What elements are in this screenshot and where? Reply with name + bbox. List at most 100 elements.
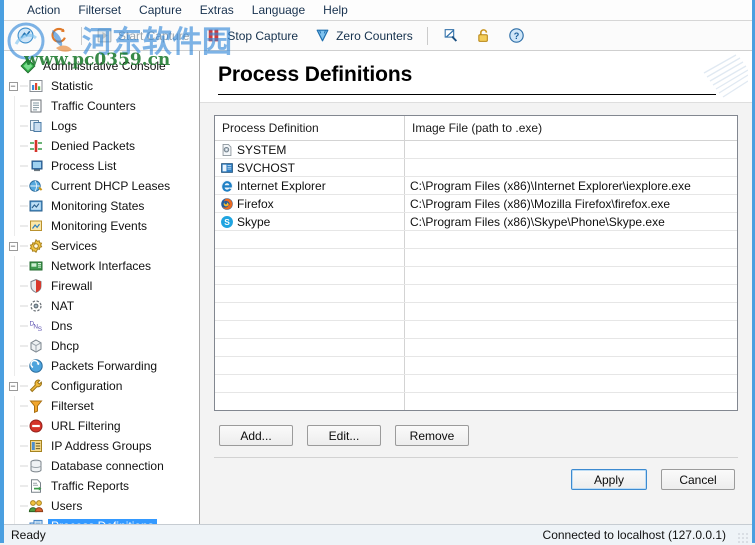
tree-item-statistic[interactable]: − Statistic: [6, 76, 199, 96]
table-header: Process Definition Image File (path to .…: [215, 116, 737, 141]
menu-item-filterset[interactable]: Filterset: [69, 1, 130, 19]
row-name-wrap: Firefox: [220, 197, 404, 211]
label-current-dhcp-leases: Current DHCP Leases: [51, 178, 171, 193]
lock-button[interactable]: [468, 25, 499, 46]
menu-item-action[interactable]: Action: [18, 1, 69, 19]
tree-root-label: Administrative Console: [43, 58, 166, 73]
stop-capture-button[interactable]: Stop Capture: [198, 25, 305, 46]
table-row[interactable]: SYSTEM: [215, 140, 737, 159]
sidebar-item-logs[interactable]: Logs: [6, 116, 199, 136]
sidebar-item-url-filtering[interactable]: URL Filtering: [6, 416, 199, 436]
sidebar-item-monitoring-events[interactable]: Monitoring Events: [6, 216, 199, 236]
sidebar-item-current-dhcp-leases[interactable]: Current DHCP Leases: [6, 176, 199, 196]
table-row-empty[interactable]: [215, 230, 737, 249]
table-row-empty[interactable]: [215, 411, 737, 412]
sidebar-item-process-list[interactable]: Process List: [6, 156, 199, 176]
column-header-image-file[interactable]: Image File (path to .exe): [404, 116, 737, 141]
table-row[interactable]: Firefox C:\Program Files (x86)\Mozilla F…: [215, 194, 737, 213]
app-logo-button[interactable]: [10, 25, 41, 46]
configuration-expander-cell[interactable]: −: [6, 376, 20, 396]
menu-item-capture[interactable]: Capture: [130, 1, 191, 19]
apply-button[interactable]: Apply: [571, 469, 647, 490]
tree-item-services[interactable]: − Services: [6, 236, 199, 256]
table-row-empty[interactable]: [215, 338, 737, 357]
menu-item-extras[interactable]: Extras: [191, 1, 243, 19]
status-bar: Ready Connected to localhost (127.0.0.1): [4, 524, 752, 545]
sidebar-item-packets-forwarding[interactable]: Packets Forwarding: [6, 356, 199, 376]
sidebar-item-nat[interactable]: NAT: [6, 296, 199, 316]
sidebar-item-database-connection[interactable]: Database connection: [6, 456, 199, 476]
sidebar-item-firewall[interactable]: Firewall: [6, 276, 199, 296]
zero-counters-label: Zero Counters: [336, 28, 413, 43]
svchost-icon: [221, 162, 233, 173]
sidebar-item-denied-packets[interactable]: Denied Packets: [6, 136, 199, 156]
cell-image-file: C:\Program Files (x86)\Mozilla Firefox\f…: [404, 194, 737, 213]
collapse-toggle-services[interactable]: −: [8, 241, 18, 251]
tree-item-configuration[interactable]: − Configuration: [6, 376, 199, 396]
collapse-toggle-configuration[interactable]: −: [8, 381, 18, 391]
logs-icon: [30, 120, 42, 132]
resize-grip[interactable]: [737, 532, 748, 543]
table-row[interactable]: Internet Explorer C:\Program Files (x86)…: [215, 176, 737, 195]
remove-button[interactable]: Remove: [395, 425, 469, 446]
navigation-tree[interactable]: Administrative Console − Statistic Traff…: [4, 51, 200, 524]
table-row-empty[interactable]: [215, 320, 737, 339]
table: Process Definition Image File (path to .…: [215, 116, 737, 412]
label-url-filtering: URL Filtering: [51, 418, 121, 433]
menu-item-help[interactable]: Help: [314, 1, 357, 19]
chart-icon: [29, 80, 43, 92]
label-monitoring-events: Monitoring Events: [51, 218, 148, 233]
menu-item-language[interactable]: Language: [243, 1, 314, 19]
application-window: Action Filterset Capture Extras Language…: [0, 0, 755, 545]
sidebar-item-filterset[interactable]: Filterset: [6, 396, 199, 416]
toolbar-separator-2: [426, 26, 428, 45]
tree-connector: [20, 76, 28, 96]
tree-group-statistic: − Statistic Traffic Counters Logs Denied…: [6, 76, 199, 236]
sidebar-item-ip-address-groups[interactable]: IP Address Groups: [6, 436, 199, 456]
sidebar-item-traffic-counters[interactable]: Traffic Counters: [6, 96, 199, 116]
refresh-button[interactable]: [43, 25, 74, 46]
table-row-empty[interactable]: [215, 284, 737, 303]
table-row-empty[interactable]: [215, 248, 737, 267]
start-capture-label: Start Capture: [118, 28, 190, 43]
row-name: Skype: [237, 214, 271, 229]
table-row-empty[interactable]: [215, 392, 737, 410]
edit-button[interactable]: Edit...: [307, 425, 381, 446]
label-filterset: Filterset: [51, 398, 94, 413]
table-row-empty[interactable]: [215, 266, 737, 285]
services-expander-cell[interactable]: −: [6, 236, 20, 256]
start-capture-button[interactable]: Start Capture: [89, 25, 196, 46]
table-row-empty[interactable]: [215, 356, 737, 375]
sidebar-item-traffic-reports[interactable]: Traffic Reports: [6, 476, 199, 496]
table-row-empty[interactable]: [215, 374, 737, 393]
sidebar-item-process-definitions[interactable]: Process Definitions: [6, 516, 199, 524]
refresh-icon: [51, 27, 66, 43]
database-icon: [30, 459, 42, 473]
sidebar-item-users[interactable]: Users: [6, 496, 199, 516]
settings-panel: Process Definition Image File (path to .…: [200, 103, 752, 524]
help-button[interactable]: ?: [501, 25, 532, 46]
internet-explorer-icon: [221, 179, 233, 192]
sidebar-item-dns[interactable]: D N S Dns: [6, 316, 199, 336]
zero-counters-button[interactable]: Zero Counters: [307, 25, 420, 46]
table-row-empty[interactable]: [215, 302, 737, 321]
add-button[interactable]: Add...: [219, 425, 293, 446]
table-row[interactable]: SVCHOST: [215, 158, 737, 177]
collapse-toggle-statistic[interactable]: −: [8, 81, 18, 91]
sidebar-item-monitoring-states[interactable]: Monitoring States: [6, 196, 199, 216]
svg-text:S: S: [38, 326, 42, 333]
column-header-process-definition[interactable]: Process Definition: [215, 116, 405, 141]
report-icon: [31, 479, 42, 493]
statistic-expander-cell[interactable]: −: [6, 76, 20, 96]
cancel-button[interactable]: Cancel: [661, 469, 735, 490]
sidebar-item-network-interfaces[interactable]: Network Interfaces: [6, 256, 199, 276]
label-ip-address-groups: IP Address Groups: [51, 438, 152, 453]
table-row[interactable]: S Skype C:\Program Files (x86)\Skype\Pho…: [215, 212, 737, 231]
content-pane: Process Definitions Process Definition I…: [200, 51, 752, 524]
pause-icon: [209, 29, 219, 42]
label-nat: NAT: [51, 298, 75, 313]
process-definitions-table[interactable]: Process Definition Image File (path to .…: [214, 115, 738, 411]
tree-root-administrative-console[interactable]: Administrative Console: [6, 56, 199, 76]
sidebar-item-dhcp[interactable]: Dhcp: [6, 336, 199, 356]
wand-tool-button[interactable]: [435, 25, 466, 46]
